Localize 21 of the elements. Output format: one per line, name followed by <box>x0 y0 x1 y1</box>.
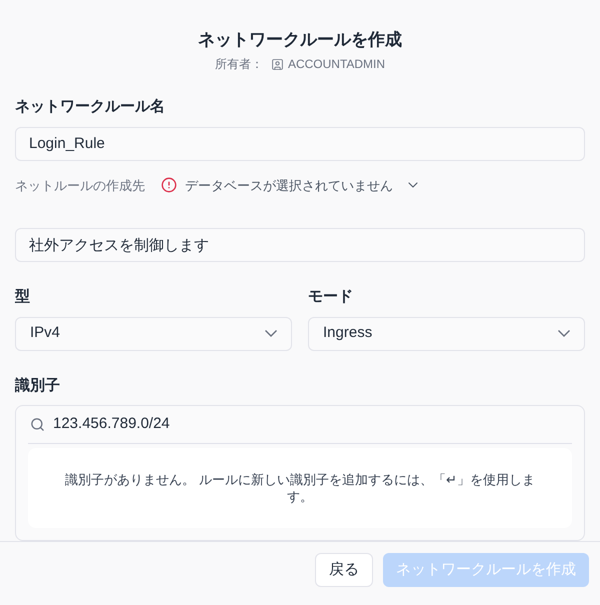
field-label: モード <box>308 287 354 307</box>
chevron-down-icon <box>265 330 277 337</box>
mode-select[interactable]: Ingress <box>308 316 585 350</box>
field-label: ネットワークルール名 <box>15 97 166 117</box>
alert-icon <box>161 177 177 194</box>
chevron-down-icon <box>558 330 570 337</box>
field-label: 識別子 <box>15 376 61 396</box>
search-icon <box>30 417 45 432</box>
location-label: ネットルールの作成先 <box>15 176 145 194</box>
identifier-search-field[interactable]: 123.456.789.0/24 <box>53 413 570 436</box>
back-button[interactable]: 戻る <box>315 553 373 587</box>
owner-name: ACCOUNTADMIN <box>288 56 386 73</box>
database-dropdown[interactable]: データベースが選択されていません <box>161 176 421 195</box>
field-label: 型 <box>15 287 31 307</box>
owner-label: 所有者： <box>214 56 263 73</box>
rule-name-field[interactable]: Login_Rule <box>15 126 585 160</box>
user-icon <box>270 58 284 70</box>
description-field[interactable]: 社外アクセスを制御します <box>15 228 585 262</box>
empty-state-message: 識別子がありません。 ルールに新しい識別子を追加するには、「↵」を使用します。 <box>64 471 536 505</box>
type-select[interactable]: IPv4 <box>15 316 292 350</box>
dialog-title: ネットワークルールを作成 <box>197 29 403 51</box>
